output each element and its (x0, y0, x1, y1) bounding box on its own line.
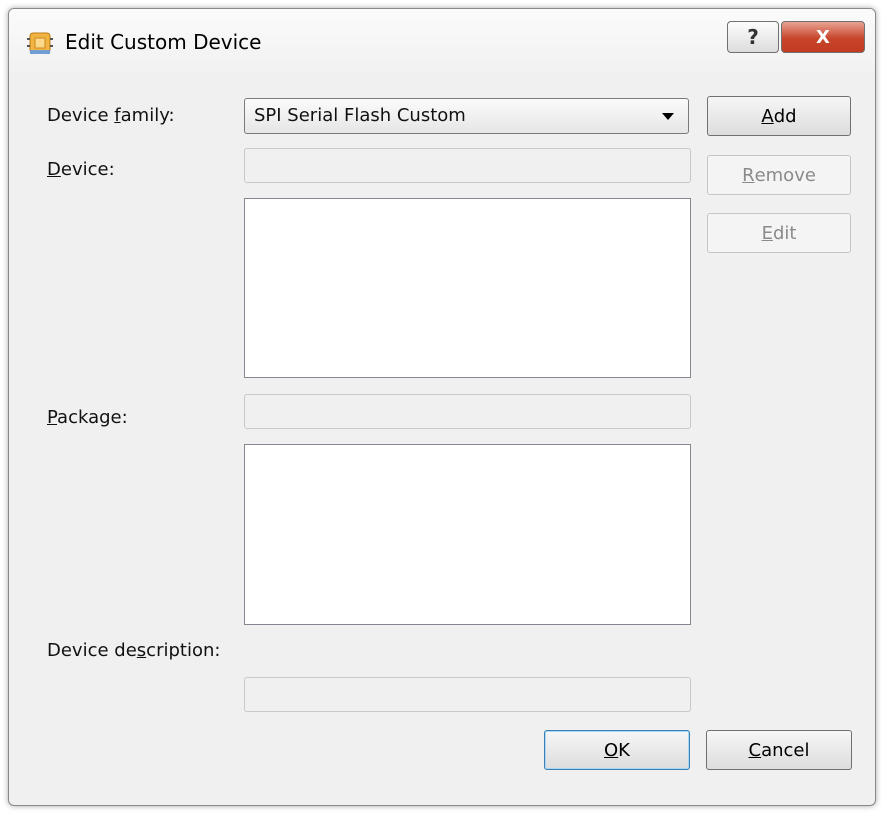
package-list[interactable] (244, 444, 691, 625)
ok-button[interactable]: OK (544, 730, 690, 770)
device-family-select[interactable]: SPI Serial Flash Custom (244, 98, 689, 134)
package-label: Package: (47, 407, 128, 428)
edit-button[interactable]: Edit (707, 213, 851, 253)
window-title: Edit Custom Device (65, 30, 262, 54)
package-field[interactable] (244, 394, 691, 429)
device-label: Device: (47, 159, 115, 180)
device-field[interactable] (244, 148, 691, 183)
cancel-button[interactable]: Cancel (706, 730, 852, 770)
device-family-value: SPI Serial Flash Custom (254, 105, 466, 126)
help-button[interactable]: ? (727, 21, 779, 53)
help-icon: ? (747, 25, 759, 49)
edit-custom-device-dialog: Edit Custom Device ? X Device family: SP… (8, 8, 876, 806)
remove-button[interactable]: Remove (707, 155, 851, 195)
chip-icon (27, 30, 53, 56)
device-description-field[interactable] (244, 677, 691, 712)
close-button[interactable]: X (781, 21, 865, 53)
close-icon: X (816, 26, 830, 48)
device-list[interactable] (244, 198, 691, 378)
chevron-down-icon (662, 113, 674, 120)
add-button[interactable]: Add (707, 96, 851, 136)
title-bar[interactable]: Edit Custom Device ? X (9, 9, 875, 73)
device-family-label: Device family: (47, 105, 175, 126)
device-description-label: Device description: (47, 640, 221, 661)
